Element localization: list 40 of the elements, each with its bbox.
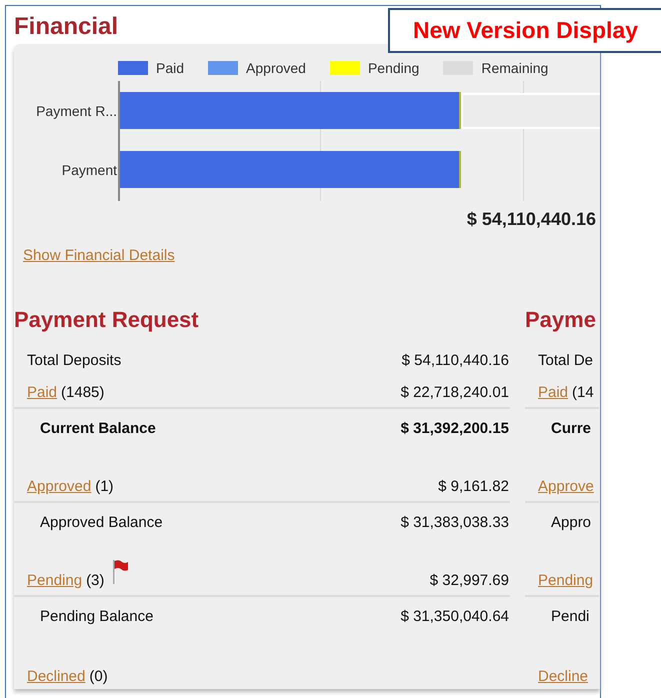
amount-text: $ 31,392,200.15 bbox=[400, 420, 510, 437]
count-text: (14 bbox=[572, 384, 594, 401]
row-label: Total De bbox=[538, 352, 594, 369]
legend-label: Pending bbox=[368, 60, 420, 76]
status-link[interactable]: Approve bbox=[538, 478, 594, 495]
balance-label: Curre bbox=[551, 420, 592, 437]
section-heading: Payme bbox=[525, 306, 596, 334]
count-text: (1485) bbox=[61, 384, 104, 401]
amount-text: $ 22,718,240.01 bbox=[400, 384, 510, 401]
amount-text: $ 54,110,440.16 bbox=[402, 352, 510, 369]
balance-label: Pendi bbox=[551, 608, 590, 625]
chart-total: $ 54,110,440.16 bbox=[466, 208, 597, 230]
count-text: (3) bbox=[86, 572, 104, 589]
amount-text: $ 31,350,040.64 bbox=[400, 608, 510, 625]
version-callout: New Version Display bbox=[388, 8, 661, 53]
amount-text: $ 9,161.82 bbox=[438, 478, 510, 495]
amount-text: $ 32,997.69 bbox=[430, 572, 510, 589]
status-link[interactable]: Pending bbox=[538, 572, 594, 589]
balance-label: Current Balance bbox=[40, 420, 156, 437]
status-link[interactable]: Pending bbox=[27, 572, 82, 589]
status-link[interactable]: Decline bbox=[538, 668, 588, 685]
count-text: (0) bbox=[89, 668, 108, 685]
balance-label: Pending Balance bbox=[40, 608, 154, 625]
details-link[interactable]: Show Financial Details bbox=[23, 247, 175, 264]
balance-label: Appro bbox=[551, 514, 592, 531]
legend-label: Paid bbox=[156, 60, 184, 76]
panel-title: Financial bbox=[14, 12, 118, 42]
status-link[interactable]: Declined bbox=[27, 668, 86, 685]
status-link[interactable]: Paid bbox=[27, 384, 58, 401]
amount-text: $ 31,383,038.33 bbox=[400, 514, 510, 531]
count-text: (1) bbox=[95, 478, 114, 495]
section-heading: Payment Request bbox=[14, 306, 199, 334]
status-link[interactable]: Paid bbox=[538, 384, 568, 401]
legend-label: Remaining bbox=[481, 60, 548, 76]
legend-label: Approved bbox=[246, 60, 306, 76]
status-link[interactable]: Approved bbox=[27, 478, 92, 495]
row-label: Total Deposits bbox=[27, 352, 122, 369]
bar-label: Payment bbox=[62, 162, 117, 178]
balance-label: Approved Balance bbox=[40, 514, 163, 531]
bar-label: Payment R... bbox=[36, 102, 117, 118]
